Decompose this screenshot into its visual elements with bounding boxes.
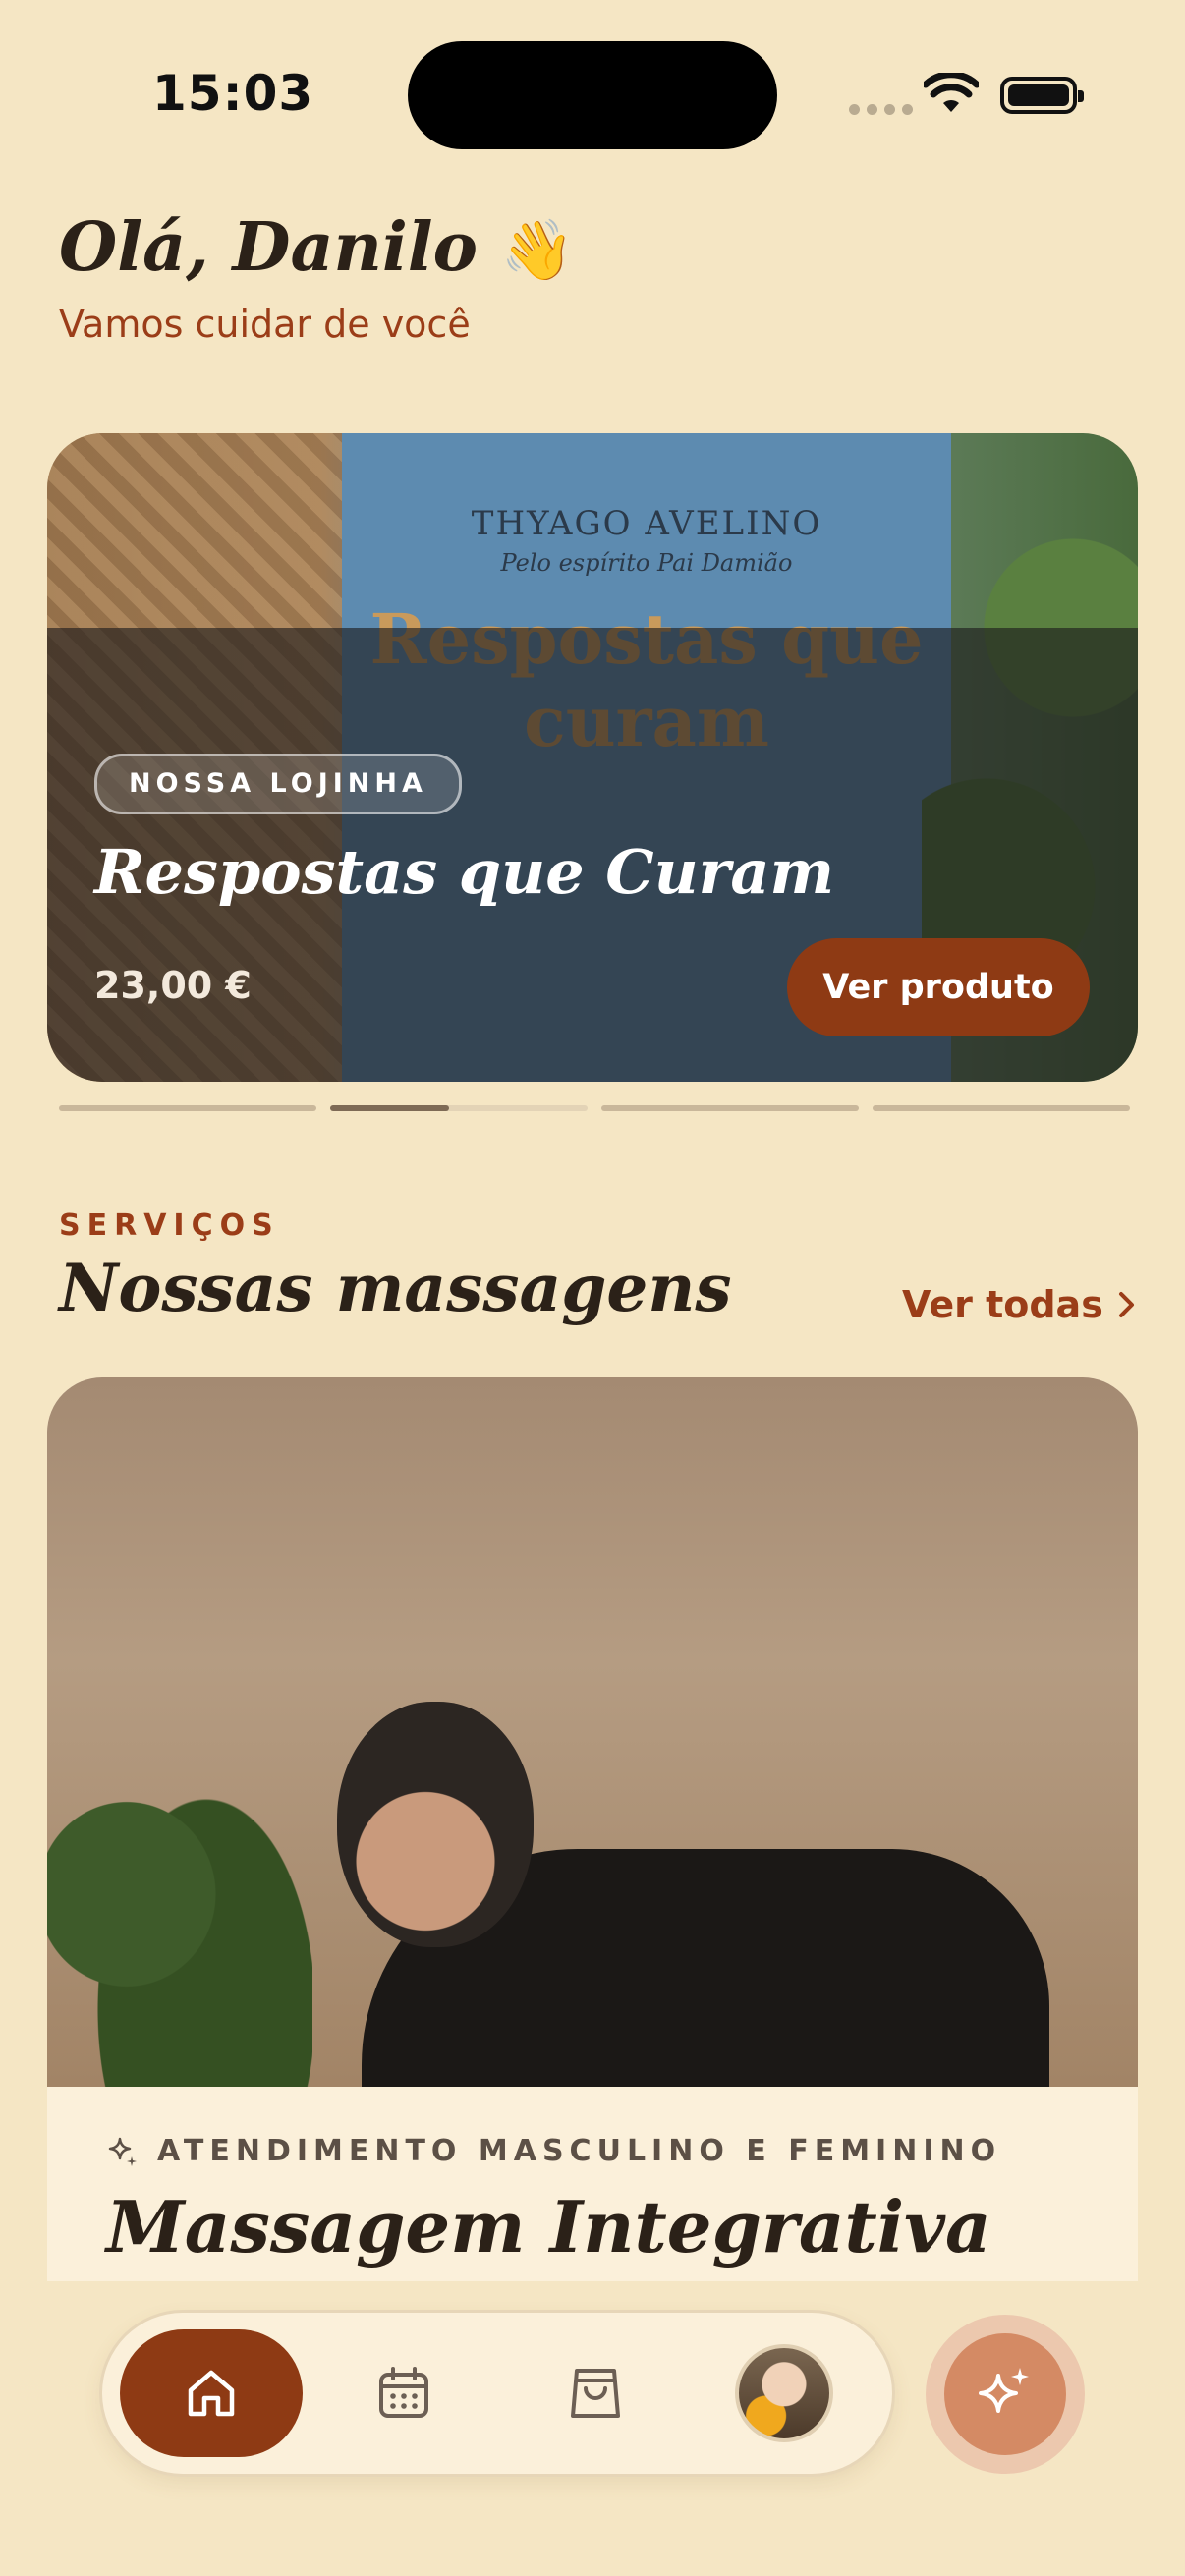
cellular-signal-icon xyxy=(849,104,913,115)
book-subtitle: Pelo espírito Pai Damião xyxy=(500,549,793,577)
see-all-link[interactable]: Ver todas xyxy=(902,1283,1137,1326)
dynamic-island xyxy=(408,41,777,149)
featured-product-card[interactable]: THYAGO AVELINO Pelo espírito Pai Damião … xyxy=(47,433,1138,1082)
bottom-nav xyxy=(102,2313,892,2474)
carousel-pager[interactable] xyxy=(59,1105,1130,1111)
pager-segment[interactable] xyxy=(59,1105,316,1111)
pager-segment[interactable] xyxy=(601,1105,859,1111)
greeting-title: Olá, Danilo 👋 xyxy=(59,208,574,287)
chevron-right-icon xyxy=(1118,1292,1134,1317)
store-badge: NOSSA LOJINHA xyxy=(94,754,462,814)
sparkles-icon xyxy=(108,2137,137,2166)
book-author: THYAGO AVELINO xyxy=(471,504,822,543)
product-title: Respostas que Curam xyxy=(94,836,835,908)
pager-segment[interactable] xyxy=(873,1105,1130,1111)
see-all-label: Ver todas xyxy=(902,1283,1103,1326)
service-title: Massagem Integrativa xyxy=(106,2185,991,2268)
calendar-icon xyxy=(379,2367,428,2418)
nav-calendar-button[interactable] xyxy=(340,2329,468,2457)
nav-shop-button[interactable] xyxy=(532,2329,659,2457)
pager-progress xyxy=(330,1105,449,1111)
view-product-button[interactable]: Ver produto xyxy=(787,938,1090,1036)
service-photo xyxy=(47,1377,1138,2087)
service-tag-label: ATENDIMENTO MASCULINO E FEMININO xyxy=(157,2134,1002,2168)
home-icon xyxy=(188,2370,235,2417)
section-kicker: SERVIÇOS xyxy=(59,1208,280,1243)
sparkles-icon xyxy=(979,2368,1029,2413)
waving-hand-icon: 👋 xyxy=(500,216,575,285)
greeting-text: Olá, Danilo xyxy=(59,208,478,287)
nav-home-button[interactable] xyxy=(120,2329,303,2457)
section-title: Nossas massagens xyxy=(59,1250,732,1326)
product-price: 23,00 € xyxy=(94,964,252,1007)
greeting-subtitle: Vamos cuidar de você xyxy=(59,303,471,346)
photo-plant xyxy=(47,1702,312,2087)
ai-assistant-button[interactable] xyxy=(926,2315,1085,2474)
pager-segment-active[interactable] xyxy=(330,1105,588,1111)
shopping-bag-icon xyxy=(571,2369,620,2418)
service-tag: ATENDIMENTO MASCULINO E FEMININO xyxy=(106,2134,1001,2168)
fab-inner xyxy=(944,2333,1066,2455)
battery-icon xyxy=(1000,77,1084,114)
wifi-icon xyxy=(924,73,979,112)
massage-service-card[interactable]: ATENDIMENTO MASCULINO E FEMININO Massage… xyxy=(47,1377,1138,2281)
photo-person-head xyxy=(337,1702,534,1947)
nav-profile-avatar[interactable] xyxy=(735,2344,833,2442)
status-time: 15:03 xyxy=(152,65,314,122)
